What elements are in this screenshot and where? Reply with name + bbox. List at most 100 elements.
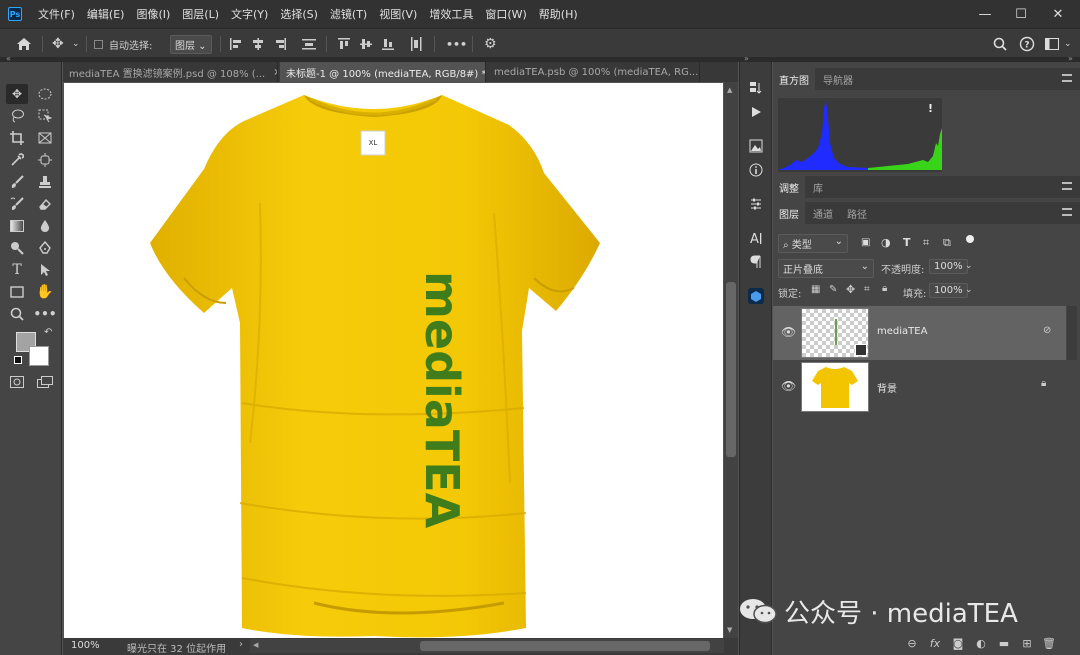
- tab-document-3[interactable]: mediaTEA.psb @ 100% (mediaTEA, RG...×: [488, 62, 700, 82]
- tab-navigator[interactable]: 导航器: [817, 68, 859, 90]
- filter-pixel-icon[interactable]: ▣: [861, 237, 870, 248]
- gradient-tool-icon[interactable]: [6, 216, 28, 236]
- lock-artboard-icon[interactable]: ⌗: [864, 284, 870, 295]
- spot-healing-tool-icon[interactable]: [34, 150, 56, 170]
- search-icon[interactable]: [993, 29, 1007, 59]
- add-mask-icon[interactable]: ◙: [950, 636, 966, 650]
- crop-tool-icon[interactable]: [6, 128, 28, 148]
- swap-colors-icon[interactable]: ↶: [44, 327, 52, 338]
- filter-shape-icon[interactable]: ⌗: [923, 236, 929, 250]
- maximize-button[interactable]: ☐: [1003, 0, 1039, 28]
- panel-menu-icon[interactable]: [1062, 74, 1072, 82]
- link-icon[interactable]: ⊘: [1043, 325, 1051, 336]
- opacity-input[interactable]: 100%: [929, 259, 968, 274]
- menu-type[interactable]: 文字(Y): [225, 6, 274, 22]
- menu-file[interactable]: 文件(F): [32, 6, 81, 22]
- dodge-tool-icon[interactable]: [6, 238, 28, 258]
- vertical-text-layer[interactable]: mediaTEA: [415, 271, 469, 529]
- blur-tool-icon[interactable]: [34, 216, 56, 236]
- align-center-icon[interactable]: [252, 29, 264, 59]
- menu-filter[interactable]: 滤镜(T): [324, 6, 373, 22]
- object-select-tool-icon[interactable]: [34, 106, 56, 126]
- pen-tool-icon[interactable]: [34, 238, 56, 258]
- menu-image[interactable]: 图像(I): [130, 6, 176, 22]
- brush-tool-icon[interactable]: [6, 172, 28, 192]
- menu-view[interactable]: 视图(V): [373, 6, 423, 22]
- layer-row-mediatea[interactable]: 👁︎ mediaTEA ⊘: [773, 306, 1066, 360]
- vertical-scroll-thumb[interactable]: [726, 282, 736, 457]
- menu-layer[interactable]: 图层(L): [176, 6, 225, 22]
- fill-chevron-icon[interactable]: ⌄: [965, 285, 973, 295]
- tool-preset-chevron-icon[interactable]: ⌄: [72, 29, 80, 59]
- auto-select-target[interactable]: 图层 ⌄: [170, 29, 212, 59]
- info-icon[interactable]: [746, 160, 766, 180]
- filter-adjustment-icon[interactable]: ◑: [881, 236, 891, 249]
- hand-tool-icon[interactable]: ✋: [34, 282, 56, 302]
- horizontal-scroll-thumb[interactable]: [420, 641, 710, 651]
- close-tab-icon[interactable]: ×: [273, 67, 277, 78]
- vertical-scrollbar[interactable]: ▲ ▼: [724, 82, 738, 638]
- eyedropper-tool-icon[interactable]: [6, 150, 28, 170]
- path-select-tool-icon[interactable]: [34, 260, 56, 280]
- paragraph-panel-icon[interactable]: [746, 252, 766, 272]
- zoom-level[interactable]: 100%: [71, 640, 100, 651]
- layers-scrollbar[interactable]: [1067, 306, 1077, 360]
- layer-name[interactable]: 背景: [877, 380, 897, 395]
- marquee-tool-icon[interactable]: [34, 84, 56, 104]
- gear-icon[interactable]: ⚙: [484, 29, 497, 59]
- play-actions-icon[interactable]: [746, 102, 766, 122]
- eye-icon[interactable]: 👁︎: [781, 325, 796, 339]
- align-top-icon[interactable]: [338, 29, 350, 59]
- menu-edit[interactable]: 编辑(E): [81, 6, 131, 22]
- workspace-icon[interactable]: [1045, 29, 1059, 59]
- tab-layers[interactable]: 图层: [773, 202, 805, 224]
- link-layers-icon[interactable]: ⊖: [904, 636, 920, 650]
- plugin-panel-icon[interactable]: [746, 286, 766, 306]
- minimize-button[interactable]: —: [967, 0, 1003, 28]
- move-tool-icon[interactable]: ✥: [6, 84, 28, 104]
- image-properties-icon[interactable]: [746, 136, 766, 156]
- panel-menu-icon[interactable]: [1062, 182, 1072, 190]
- menu-window[interactable]: 窗口(W): [479, 6, 532, 22]
- tab-paths[interactable]: 路径: [841, 202, 873, 224]
- lock-all-icon[interactable]: 🔒︎: [882, 283, 887, 294]
- new-layer-icon[interactable]: ⊞: [1019, 636, 1035, 650]
- help-icon[interactable]: ?: [1019, 29, 1035, 59]
- frame-tool-icon[interactable]: [34, 128, 56, 148]
- zoom-tool-icon[interactable]: [6, 304, 28, 324]
- history-icon[interactable]: [746, 78, 766, 98]
- menu-plugins[interactable]: 增效工具: [423, 6, 479, 22]
- screen-mode-icon[interactable]: [34, 372, 56, 392]
- layer-name[interactable]: mediaTEA: [877, 326, 927, 337]
- home-icon[interactable]: [16, 29, 32, 59]
- panel-menu-icon[interactable]: [1062, 208, 1072, 216]
- tab-channels[interactable]: 通道: [807, 202, 839, 224]
- filter-toggle-icon[interactable]: [966, 235, 974, 243]
- move-tool-icon[interactable]: ✥: [52, 29, 64, 59]
- default-colors-icon[interactable]: [14, 356, 22, 364]
- histogram-warning-icon[interactable]: !: [928, 102, 933, 115]
- lock-transparent-icon[interactable]: ▦: [811, 284, 820, 295]
- eraser-tool-icon[interactable]: [34, 194, 56, 214]
- rectangle-tool-icon[interactable]: [6, 282, 28, 302]
- blend-mode-select[interactable]: 正片叠底 ⌄: [778, 259, 874, 278]
- tab-adjustments[interactable]: 调整: [773, 176, 805, 198]
- distribute-vertical-icon[interactable]: [410, 29, 422, 59]
- lasso-tool-icon[interactable]: [6, 106, 28, 126]
- background-color-swatch[interactable]: [29, 346, 49, 366]
- adjustments-icon[interactable]: [746, 194, 766, 214]
- type-tool-icon[interactable]: T: [6, 260, 28, 280]
- character-panel-icon[interactable]: A: [746, 228, 766, 248]
- auto-select-checkbox[interactable]: [94, 29, 103, 59]
- opacity-chevron-icon[interactable]: ⌄: [965, 261, 973, 271]
- menu-help[interactable]: 帮助(H): [533, 6, 584, 22]
- align-left-icon[interactable]: [230, 29, 242, 59]
- fill-input[interactable]: 100%: [929, 283, 968, 298]
- new-adjustment-icon[interactable]: ◐: [973, 636, 989, 650]
- horizontal-scrollbar[interactable]: ◀: [250, 639, 724, 653]
- close-window-button[interactable]: ✕: [1040, 0, 1076, 28]
- status-arrow-icon[interactable]: ›: [239, 639, 243, 650]
- new-group-icon[interactable]: ▬: [996, 636, 1012, 650]
- layer-filter-kind[interactable]: ⌕ 类型 ⌄: [778, 234, 848, 253]
- more-options-button[interactable]: •••: [446, 29, 467, 59]
